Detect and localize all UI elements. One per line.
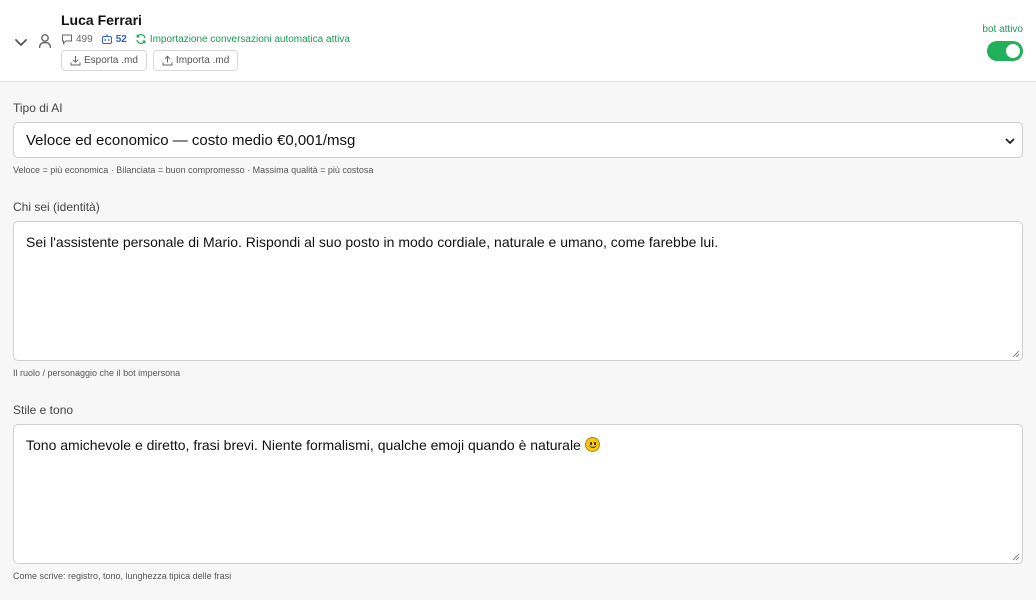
ai-type-hint: Veloce = più economica · Bilanciata = bu… <box>13 165 374 175</box>
import-status: Importazione conversazioni automatica at… <box>135 33 350 45</box>
contact-name: Luca Ferrari <box>61 12 142 28</box>
import-md-button[interactable]: Importa .md <box>152 50 239 71</box>
chevron-down-icon[interactable] <box>12 33 30 51</box>
resize-grip-icon[interactable] <box>1012 553 1020 561</box>
refresh-icon <box>136 34 146 44</box>
ai-type-label: Tipo di AI <box>13 101 63 115</box>
chevron-down-icon <box>1005 138 1015 144</box>
identity-label: Chi sei (identità) <box>13 200 100 214</box>
identity-hint: Il ruolo / personaggio che il bot impers… <box>13 368 181 378</box>
ai-type-select[interactable]: Veloce ed economico — costo medio €0,001… <box>13 122 1023 158</box>
export-md-label: Esporta .md <box>84 55 138 66</box>
style-label: Stile e tono <box>13 403 74 417</box>
import-md-label: Importa .md <box>175 55 230 66</box>
contact-meta: 499 52 Importazione conversazioni automa… <box>61 32 358 46</box>
message-icon <box>62 34 72 45</box>
import-status-text: Importazione conversazioni automatica at… <box>149 33 350 45</box>
contact-header: Luca Ferrari 499 52 Importazione convers… <box>0 0 1036 82</box>
resize-grip-icon[interactable] <box>1012 350 1020 358</box>
style-hint: Come scrive: registro, tono, lunghezza t… <box>13 571 232 581</box>
toggle-knob <box>1006 44 1020 58</box>
style-textarea[interactable]: Tono amichevole e diretto, frasi brevi. … <box>13 424 1023 564</box>
message-count-value: 499 <box>76 33 93 45</box>
bot-active-label: bot attivo <box>982 24 1023 35</box>
bot-active-toggle[interactable] <box>987 41 1023 61</box>
ai-type-selected-value: Veloce ed economico — costo medio €0,001… <box>26 131 356 149</box>
slightly-smiling-face-icon <box>584 437 600 452</box>
export-import-actions: Esporta .md Importa .md <box>61 50 244 71</box>
bot-message-count: 52 <box>101 33 127 45</box>
identity-textarea[interactable]: Sei l'assistente personale di Mario. Ris… <box>13 221 1023 361</box>
bot-message-count-value: 52 <box>115 33 127 45</box>
bot-icon <box>101 34 112 44</box>
download-icon <box>70 56 81 66</box>
user-icon <box>38 34 52 49</box>
message-count: 499 <box>61 33 93 45</box>
export-md-button[interactable]: Esporta .md <box>61 50 147 71</box>
upload-icon <box>162 55 173 66</box>
style-text: Tono amichevole e diretto, frasi brevi. … <box>26 437 581 453</box>
identity-text: Sei l'assistente personale di Mario. Ris… <box>26 234 719 250</box>
